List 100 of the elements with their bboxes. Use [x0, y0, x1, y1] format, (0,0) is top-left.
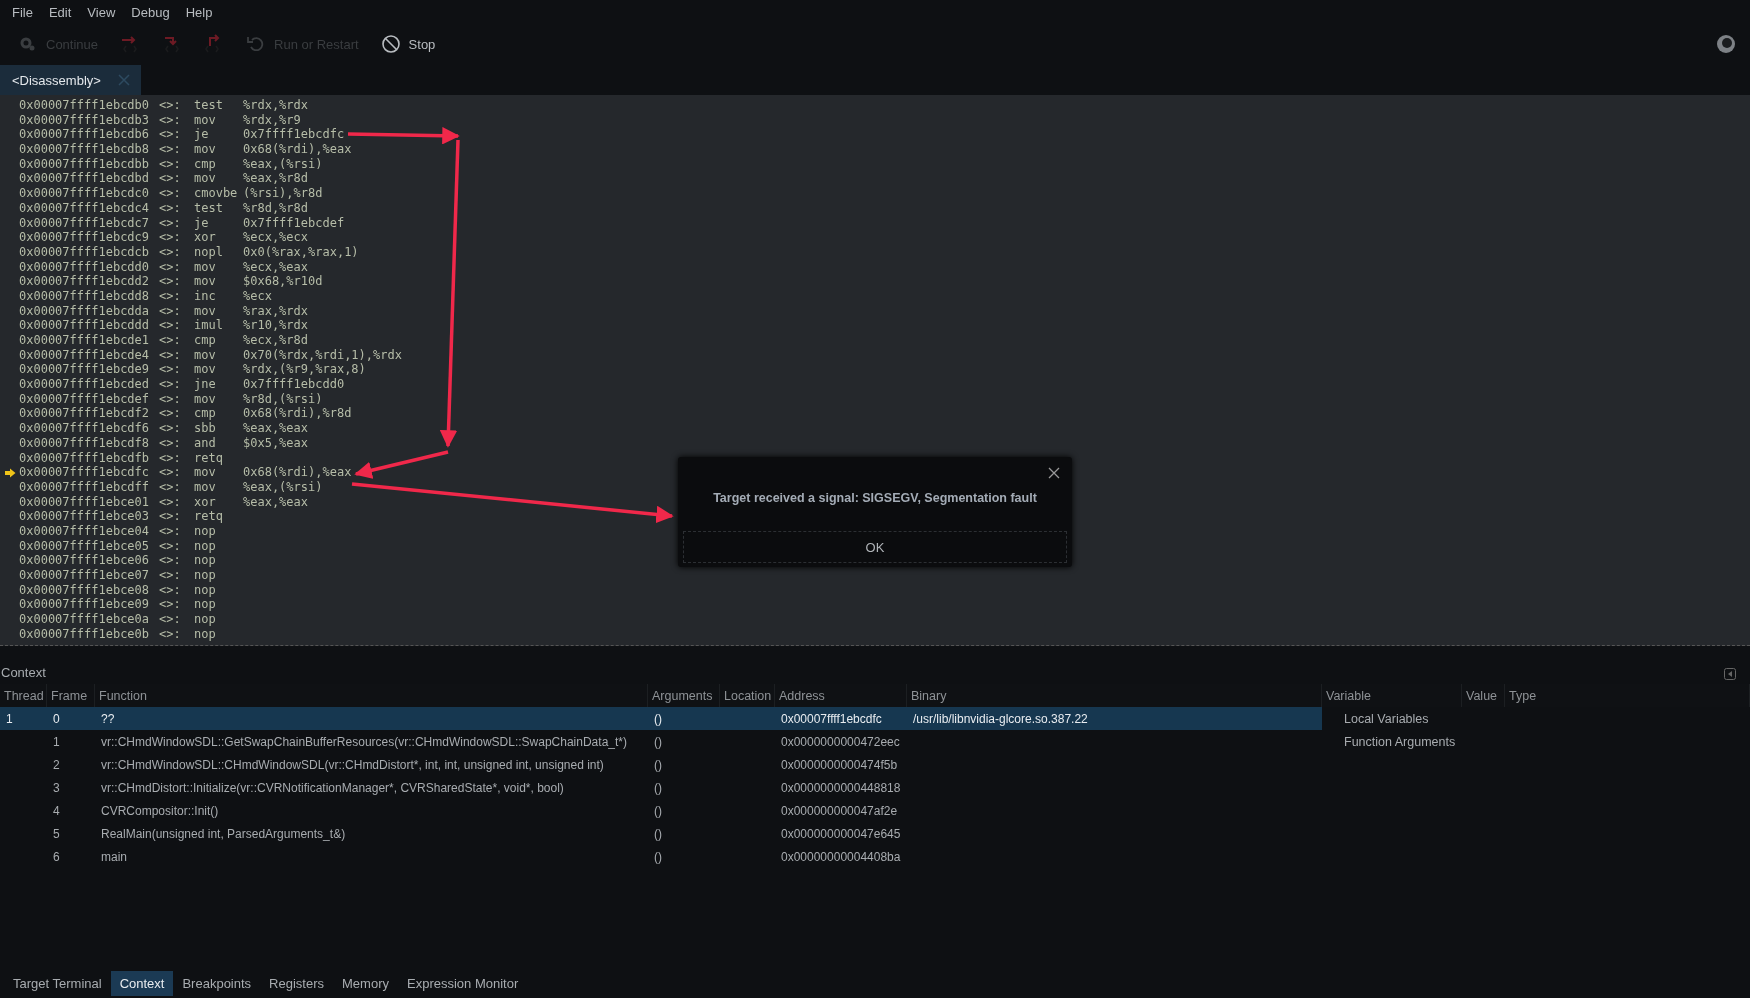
operand-text: %r8d,%r8d: [243, 200, 309, 216]
separator-text: <>:: [159, 200, 182, 216]
operand-text: %eax,(%rsi): [243, 479, 323, 495]
operand-text: 0x68(%rdi),%r8d: [243, 406, 352, 422]
separator-text: <>:: [159, 362, 182, 378]
frame-cell[interactable]: 6: [47, 845, 95, 868]
address-text: 0x00007ffff1ebcdcb: [19, 244, 151, 260]
address-cell[interactable]: 0x0000000000474f5b: [775, 753, 907, 776]
tree-item[interactable]: Function Arguments: [1344, 734, 1456, 749]
menu-item[interactable]: Edit: [40, 5, 80, 20]
function-cell[interactable]: ??: [95, 707, 648, 730]
opcode-text: cmp: [194, 156, 217, 172]
function-cell[interactable]: main: [95, 845, 648, 868]
function-cell[interactable]: CVRCompositor::Init(): [95, 799, 648, 822]
panel-tab[interactable]: Breakpoints: [173, 970, 261, 996]
address-text: 0x00007ffff1ebcde1: [19, 333, 151, 348]
function-cell[interactable]: vr::CHmdWindowSDL::GetSwapChainBufferResources(vr::CHmdWindowSDL::SwapChainData_t*): [95, 730, 648, 753]
opcode-text: cmp: [194, 333, 217, 348]
operand-text: 0x70(%rdx,%rdi,1),%rdx: [243, 347, 402, 363]
function-cell[interactable]: RealMain(unsigned int, ParsedArguments_t&): [95, 822, 648, 845]
operand-text: 0x68(%rdi),%eax: [243, 142, 352, 157]
operand-text: 0x0(%rax,%rax,1): [243, 244, 359, 260]
frame-cell[interactable]: 5: [47, 822, 95, 845]
thread-cell[interactable]: 1: [0, 707, 47, 730]
address-text: 0x00007ffff1ebce01: [19, 494, 151, 510]
arguments-cell[interactable]: (): [648, 730, 720, 753]
panel-tab[interactable]: Context: [110, 970, 174, 996]
address-cell[interactable]: 0x0000000000472eec: [775, 730, 907, 753]
separator-text: <>:: [159, 186, 182, 201]
address-cell[interactable]: 0x000000000047af2e: [775, 799, 907, 822]
opcode-text: inc: [194, 288, 217, 304]
editor-tab[interactable]: <Disassembly>: [0, 65, 141, 95]
separator-text: <>:: [159, 538, 182, 554]
address-text: 0x00007ffff1ebce09: [19, 597, 151, 613]
separator-text: <>:: [159, 318, 182, 333]
record-icon[interactable]: [1716, 34, 1736, 54]
address-text: 0x00007ffff1ebcdb6: [19, 127, 151, 143]
address-text: 0x00007ffff1ebce05: [19, 538, 151, 554]
address-text: 0x00007ffff1ebce07: [19, 568, 151, 583]
address-text: 0x00007ffff1ebce06: [19, 553, 151, 568]
panel-tab[interactable]: Target Terminal: [4, 970, 111, 996]
tree-item[interactable]: Local Variables: [1344, 711, 1429, 726]
separator-text: <>:: [159, 244, 182, 260]
frame-cell[interactable]: 3: [47, 776, 95, 799]
separator-text: <>:: [159, 303, 182, 319]
arguments-cell[interactable]: (): [648, 776, 720, 799]
opcode-text: retq: [194, 450, 224, 466]
address-text: 0x00007ffff1ebcdd0: [19, 259, 151, 275]
address-text: 0x00007ffff1ebcdef: [19, 391, 151, 407]
operand-text: 0x7ffff1ebcdef: [243, 215, 345, 231]
arguments-cell[interactable]: (): [648, 845, 720, 868]
operand-text: %eax,%eax: [243, 494, 309, 510]
opcode-text: nop: [194, 553, 217, 568]
opcode-text: nop: [194, 568, 217, 583]
operand-text: (%rsi),%r8d: [243, 186, 323, 201]
address-text: 0x00007ffff1ebcded: [19, 377, 151, 392]
address-text: 0x00007ffff1ebcdc7: [19, 215, 151, 231]
frame-cell[interactable]: 2: [47, 753, 95, 776]
opcode-text: mov: [194, 362, 217, 378]
arguments-cell[interactable]: (): [648, 799, 720, 822]
separator-text: <>:: [159, 274, 182, 289]
separator-text: <>:: [159, 597, 182, 613]
arguments-cell[interactable]: (): [648, 822, 720, 845]
panel-tab[interactable]: Registers: [260, 970, 334, 996]
separator-text: <>:: [159, 435, 182, 451]
separator-text: <>:: [159, 347, 182, 363]
address-text: 0x00007ffff1ebcdb8: [19, 142, 151, 157]
opcode-text: and: [194, 435, 217, 451]
separator-text: <>:: [159, 171, 182, 187]
opcode-text: cmp: [194, 406, 217, 422]
panel-tab[interactable]: Memory: [333, 970, 398, 996]
panel-tab[interactable]: Expression Monitor: [398, 970, 528, 996]
operand-text: %rdx,%r9: [243, 112, 301, 128]
arguments-cell[interactable]: (): [648, 753, 720, 776]
address-text: 0x00007ffff1ebce0a: [19, 612, 151, 627]
menu-item[interactable]: File: [4, 5, 41, 20]
opcode-text: sbb: [194, 421, 217, 436]
address-cell[interactable]: 0x000000000047e645: [775, 822, 907, 845]
address-cell[interactable]: 0x00007ffff1ebcdfc: [775, 707, 907, 730]
frame-cell[interactable]: 4: [47, 799, 95, 822]
menu-item[interactable]: View: [79, 5, 124, 20]
address-cell[interactable]: 0x0000000000448818: [775, 776, 907, 799]
binary-cell[interactable]: /usr/lib/libnvidia-glcore.so.387.22: [907, 707, 1322, 730]
toolbar-button[interactable]: Stop: [376, 32, 440, 56]
address-text: 0x00007ffff1ebcdfc: [19, 465, 151, 480]
operand-text: %rdx,%rdx: [243, 98, 309, 113]
frame-cell[interactable]: 1: [47, 730, 95, 753]
frame-cell[interactable]: 0: [47, 707, 95, 730]
separator-text: <>:: [159, 612, 182, 627]
function-cell[interactable]: vr::CHmdDistort::Initialize(vr::CVRNotificationManager*, CVRSharedState*, void*, bool): [95, 776, 648, 799]
arguments-cell[interactable]: (): [648, 707, 720, 730]
separator-text: <>:: [159, 156, 182, 172]
menu-item[interactable]: Help: [177, 5, 221, 20]
address-text: 0x00007ffff1ebcdbd: [19, 171, 151, 187]
collapse-icon[interactable]: [1724, 668, 1736, 680]
address-cell[interactable]: 0x00000000004408ba: [775, 845, 907, 868]
menu-item[interactable]: Debug: [123, 5, 178, 20]
ok-button[interactable]: OK: [683, 531, 1067, 563]
function-cell[interactable]: vr::CHmdWindowSDL::CHmdWindowSDL(vr::CHmdDistort*, int, int, unsigned int, unsigned int): [95, 753, 648, 776]
close-icon[interactable]: [1048, 467, 1060, 479]
